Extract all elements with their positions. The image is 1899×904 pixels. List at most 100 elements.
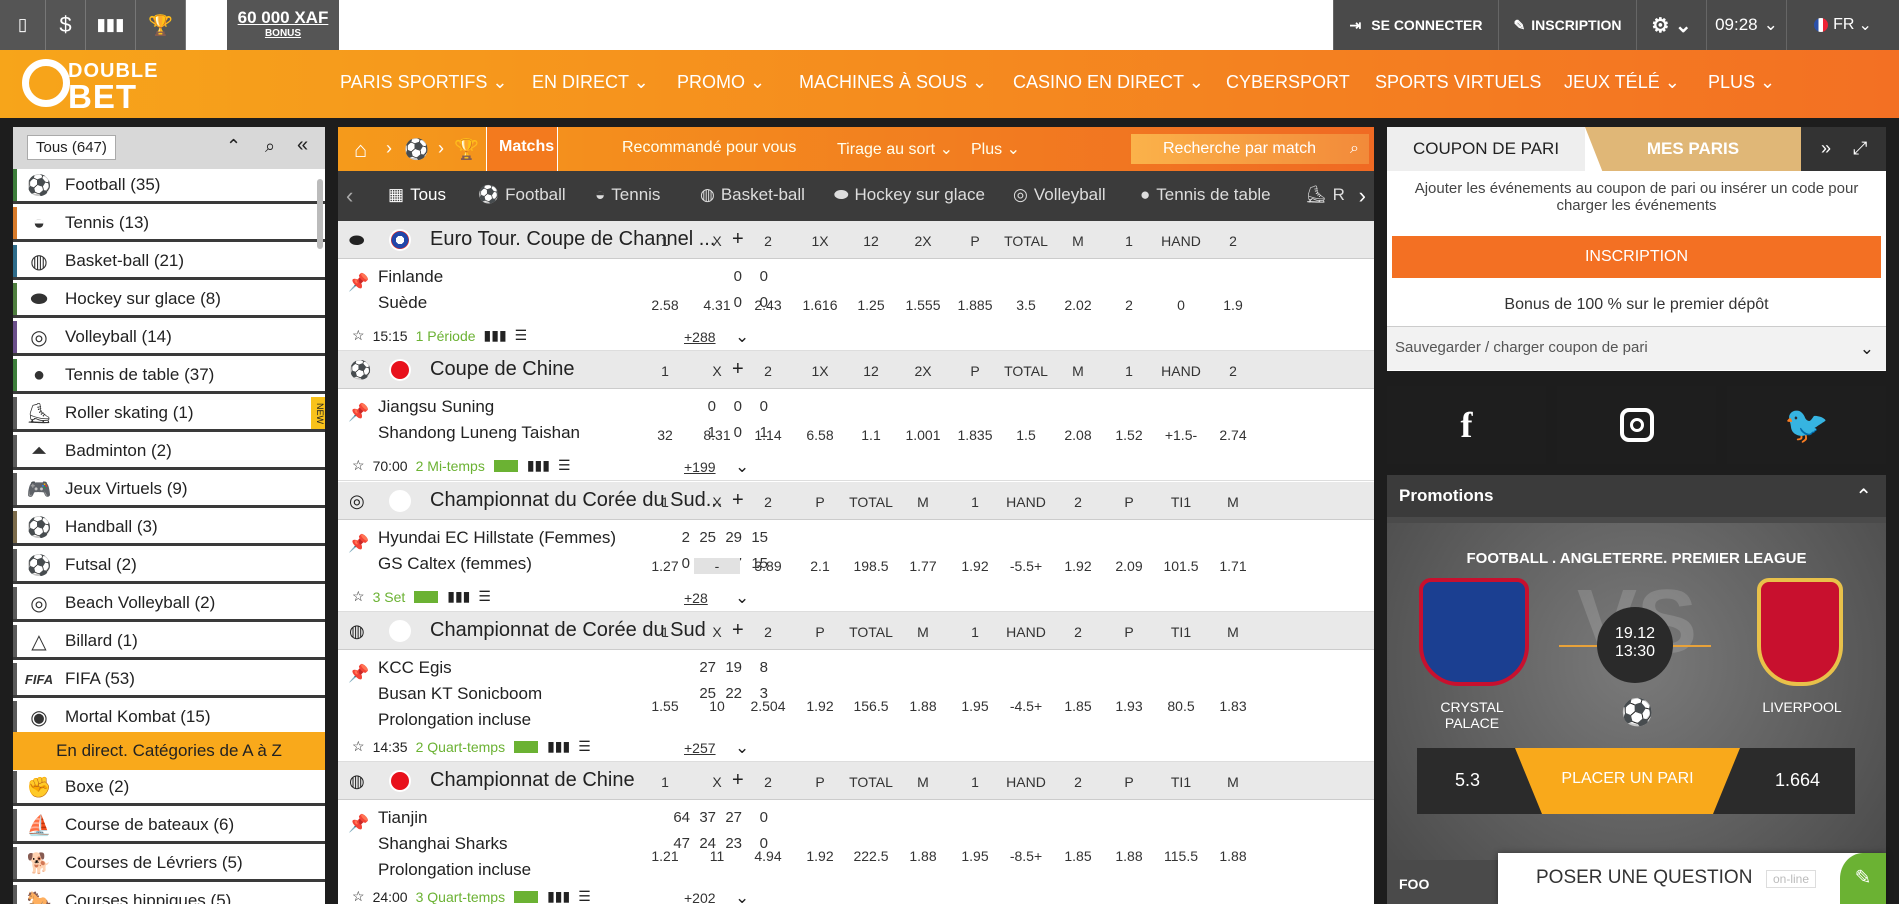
promotions-header[interactable]: Promotions ⌃ (1387, 475, 1886, 517)
odd-button[interactable]: 1.85 (1055, 848, 1101, 864)
more-markets-link[interactable]: +288 (684, 329, 716, 345)
collapse-up-icon[interactable]: ⌃ (1855, 484, 1872, 509)
match-row[interactable]: 📌 KCC Egis Busan KT Sonicboom Prolongation … (338, 650, 1374, 762)
sidebar-item-horse-racing[interactable]: 🐎 Courses hippiques (5) (13, 885, 325, 904)
odd-button[interactable]: 1.85 (1055, 698, 1101, 714)
more-markets-link[interactable]: +199 (684, 459, 716, 475)
star-icon[interactable]: ☆ (352, 888, 365, 904)
language-select[interactable]: FR ⌄ (1786, 0, 1899, 50)
chevron-down-icon[interactable]: ⌄ (735, 588, 749, 608)
more-markets-link[interactable]: +202 (684, 890, 716, 904)
more-markets-link[interactable]: +28 (684, 590, 708, 606)
nav-paris-sportifs[interactable]: PARIS SPORTIFS ⌄ (340, 72, 507, 93)
odd-button[interactable]: 2.02 (1055, 297, 1101, 313)
field-icon[interactable] (492, 458, 519, 473)
all-sports-filter[interactable]: Tous (647) (27, 135, 116, 160)
nav-casino[interactable]: CASINO EN DIRECT ⌄ (1013, 72, 1204, 93)
pin-icon[interactable]: 📌 (348, 273, 369, 293)
scroll-left-icon[interactable]: ‹ (346, 183, 353, 209)
odd-button[interactable]: 0 (1158, 297, 1204, 313)
search-icon[interactable]: ⌕ (1350, 134, 1359, 164)
sidebar-item-volleyball[interactable]: ◎ Volleyball (14) (13, 321, 325, 356)
odd-button[interactable]: 1.95 (952, 848, 998, 864)
sidebar-item-badminton[interactable]: ⏶ Badminton (2) (13, 435, 325, 470)
tab-more[interactable]: Plus ⌄ (971, 139, 1020, 159)
odd-button[interactable]: 80.5 (1158, 698, 1204, 714)
register-button[interactable]: ✎ INSCRIPTION (1498, 0, 1636, 50)
search-icon[interactable]: ⌕ (265, 136, 275, 157)
odd-button[interactable]: 1.52 (1106, 427, 1152, 443)
odd-button[interactable]: 1.92 (797, 848, 843, 864)
odd-button[interactable]: 10 (694, 698, 740, 714)
sport-tab-tennis[interactable]: ◒ Tennis (595, 185, 660, 205)
odd-button[interactable]: 2 (1106, 297, 1152, 313)
odd-button[interactable]: 8.31 (694, 427, 740, 443)
odd-button[interactable]: 1.27 (642, 558, 688, 574)
odd-button[interactable]: -8.5+ (1003, 848, 1049, 864)
odd-button[interactable]: - (694, 558, 740, 574)
league-header[interactable]: ◍ Championnat de Corée du Sud +1 X 2 P TOTAL M 1… (338, 612, 1374, 650)
odd-button[interactable]: 1.616 (797, 297, 843, 313)
tab-my-bets[interactable]: MES PARIS (1585, 127, 1801, 171)
odd-button[interactable]: 2.58 (642, 297, 688, 313)
odd-button[interactable]: 1.9 (1210, 297, 1256, 313)
league-header[interactable]: ⬬ Euro Tour. Coupe de Channel ... +1 X 2 1X 12… (338, 221, 1374, 259)
odd-button[interactable]: 1.5 (1003, 427, 1049, 443)
odd-button[interactable]: 4.94 (745, 848, 791, 864)
sidebar-item-boxing[interactable]: ✊ Boxe (2) (13, 771, 325, 806)
field-icon[interactable] (513, 739, 540, 754)
scroll-right-icon[interactable]: › (1359, 183, 1366, 209)
bonus-button[interactable]: 60 000 XAF BONUS (227, 0, 339, 50)
odd-button[interactable]: 1.835 (952, 427, 998, 443)
stats-icon[interactable]: ▮▮▮ (86, 0, 136, 50)
az-categories-button[interactable]: En direct. Catégories de A à Z (13, 732, 325, 770)
sidebar-item-roller[interactable]: ⛸ Roller skating (1) NEW (13, 397, 325, 432)
odd-button[interactable]: 1.88 (1106, 848, 1152, 864)
odd-button[interactable]: 198.5 (848, 558, 894, 574)
list-icon[interactable]: ☰ (558, 457, 571, 474)
match-row[interactable]: 📌 Jiangsu Suning Shandong Luneng Taishan 0 0… (338, 389, 1374, 481)
stats-icon[interactable]: ▮▮▮ (547, 888, 570, 904)
odd-button[interactable]: 1.55 (642, 698, 688, 714)
odd-button[interactable]: 1.83 (1210, 698, 1256, 714)
odd-button[interactable]: 1.77 (900, 558, 946, 574)
league-header[interactable]: ◎ Championnat du Corée du Sud... +1 X 2 P TOTA… (338, 482, 1374, 520)
stats-icon[interactable]: ▮▮▮ (447, 588, 470, 605)
collapse-left-icon[interactable]: « (297, 134, 308, 157)
sport-tab-volleyball[interactable]: ◎ Volleyball (1013, 185, 1106, 205)
facebook-button[interactable]: f (1387, 386, 1546, 464)
star-icon[interactable]: ☆ (352, 457, 365, 474)
sport-tab-table-tennis[interactable]: ● Tennis de table (1140, 185, 1271, 205)
dollar-icon[interactable]: $ (46, 0, 86, 50)
odd-button[interactable]: 1.71 (1210, 558, 1256, 574)
star-icon[interactable]: ☆ (352, 588, 365, 605)
sidebar-item-hockey[interactable]: ⬬ Hockey sur glace (8) (13, 283, 325, 318)
odd-button[interactable]: 1.21 (642, 848, 688, 864)
odd-button[interactable]: 1.92 (1055, 558, 1101, 574)
instagram-button[interactable] (1557, 386, 1716, 464)
trophy-icon[interactable]: 🏆 (136, 0, 186, 50)
odd-team2[interactable]: 1.664 (1775, 770, 1820, 791)
field-icon[interactable] (513, 889, 540, 904)
sidebar-item-basketball[interactable]: ◍ Basket-ball (21) (13, 245, 325, 280)
logo[interactable]: DOUBLE BET (22, 56, 167, 115)
odd-button[interactable]: 2.09 (1106, 558, 1152, 574)
nav-en-direct[interactable]: EN DIRECT ⌄ (532, 72, 649, 93)
nav-sports-virtuels[interactable]: SPORTS VIRTUELS (1375, 72, 1541, 93)
pin-icon[interactable]: 📌 (348, 403, 369, 423)
home-icon[interactable]: ⌂ (354, 137, 367, 163)
odd-button[interactable]: 2.504 (745, 698, 791, 714)
odd-button[interactable]: 1.92 (952, 558, 998, 574)
odd-button[interactable]: 222.5 (848, 848, 894, 864)
ball-breadcrumb-icon[interactable]: ⚽ (404, 137, 429, 162)
odd-button[interactable]: 1.88 (1210, 848, 1256, 864)
list-icon[interactable]: ☰ (578, 888, 591, 904)
sidebar-item-beach-volleyball[interactable]: ◎ Beach Volleyball (2) (13, 587, 325, 622)
sport-tab-basketball[interactable]: ◍ Basket-ball (700, 185, 805, 205)
pin-icon[interactable]: 📌 (348, 534, 369, 554)
nav-plus[interactable]: PLUS ⌄ (1708, 72, 1775, 93)
odd-button[interactable]: 2.1 (797, 558, 843, 574)
sidebar-item-billiards[interactable]: △ Billard (1) (13, 625, 325, 660)
coupon-register-button[interactable]: INSCRIPTION (1392, 236, 1881, 278)
trophy-breadcrumb-icon[interactable]: 🏆 (454, 137, 479, 162)
